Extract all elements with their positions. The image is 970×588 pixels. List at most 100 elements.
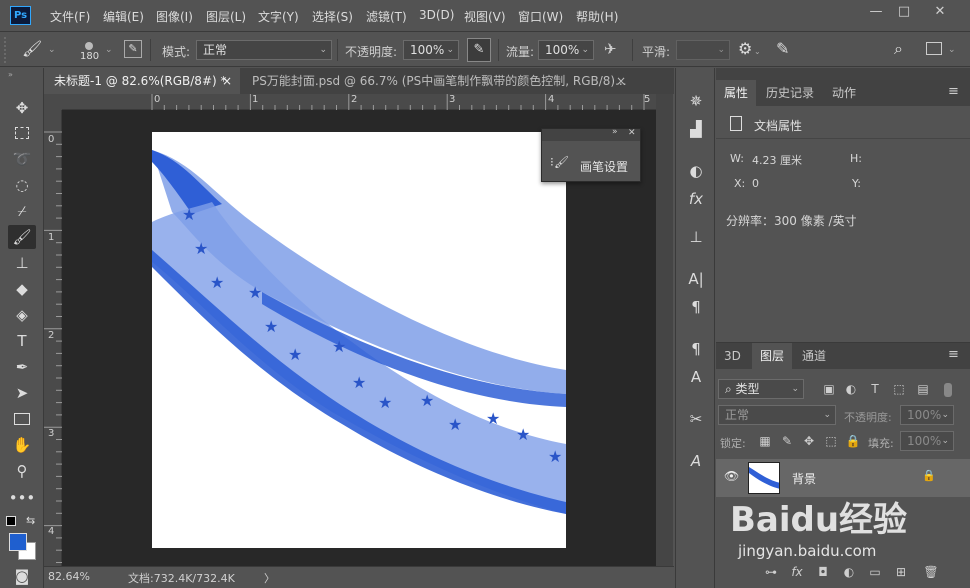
adjustments-icon[interactable]: ◐ [684, 160, 708, 182]
menu-help[interactable]: 帮助(H) [576, 8, 618, 25]
collapse-arrows-icon[interactable]: » [612, 127, 618, 137]
chevron-down-icon[interactable]: ⌄ [48, 45, 56, 55]
status-menu-arrow[interactable]: 〉 [264, 570, 275, 586]
width-value[interactable]: 4.23 厘米 [752, 152, 802, 168]
panel-titlebar[interactable] [542, 129, 640, 141]
rectangle-tool-icon[interactable] [8, 407, 36, 431]
menu-image[interactable]: 图像(I) [156, 8, 193, 25]
histogram-icon[interactable]: ▟ [684, 118, 708, 140]
filter-shape-icon[interactable]: ⬚ [890, 380, 908, 398]
opacity-field[interactable]: 100% ⌄ [403, 40, 459, 60]
clone-source-icon[interactable]: ⊥ [684, 226, 708, 248]
type-tool-icon[interactable]: T [8, 329, 36, 353]
search-icon[interactable]: ⌕ [894, 39, 903, 59]
lock-all-icon[interactable]: 🔒 [844, 432, 862, 450]
brush-tool-icon[interactable]: 🖌 [8, 225, 36, 249]
blend-mode-dropdown[interactable]: 正常 ⌄ [718, 405, 836, 425]
delete-layer-icon[interactable]: 🗑 [922, 563, 940, 581]
layer-opacity-field[interactable]: 100% ⌄ [900, 405, 954, 425]
panel-menu-icon[interactable]: ≡ [948, 84, 959, 99]
flow-field[interactable]: 100% ⌄ [538, 40, 594, 60]
pressure-opacity-icon[interactable]: ✎ [467, 38, 491, 62]
chevron-down-icon[interactable]: ⌄ [948, 45, 956, 55]
menu-edit[interactable]: 编辑(E) [103, 8, 144, 25]
brush-panel-toggle-icon[interactable]: ✎ [124, 40, 142, 58]
filter-toggle-icon[interactable] [944, 383, 952, 397]
paragraph-styles-icon[interactable]: ¶ [684, 338, 708, 360]
workspace-icon[interactable] [926, 42, 942, 55]
character-icon[interactable]: A| [684, 268, 708, 290]
character-styles-icon[interactable]: A [684, 366, 708, 388]
tab-ps-cover[interactable]: PS万能封面.psd @ 66.7% (PS中画笔制作飘带的颜色控制, RGB/… [242, 68, 632, 94]
airbrush-icon[interactable]: ✈ [604, 40, 617, 58]
lock-transparent-icon[interactable]: ▦ [756, 432, 774, 450]
panel-menu-icon[interactable]: ≡ [948, 347, 959, 362]
brush-settings-panel[interactable]: » ✕ ⁝🖌 画笔设置 [541, 127, 641, 182]
tab-properties[interactable]: 属性 [716, 80, 757, 106]
marquee-tool-icon[interactable] [8, 121, 36, 145]
eraser-tool-icon[interactable]: ◆ [8, 277, 36, 301]
menu-file[interactable]: 文件(F) [50, 8, 90, 25]
minimize-button[interactable]: — [866, 4, 886, 20]
eyedropper-tool-icon[interactable]: ⌿ [8, 199, 36, 223]
eye-icon[interactable]: 👁 [724, 469, 739, 483]
vertical-scrollbar[interactable] [656, 94, 673, 566]
navigator-icon[interactable]: ✵ [684, 90, 708, 112]
close-icon[interactable]: ✕ [628, 128, 636, 138]
tab-layers[interactable]: 图层 [752, 343, 793, 369]
x-value[interactable]: 0 [752, 177, 759, 190]
close-tab-icon[interactable]: × [616, 68, 626, 94]
tab-3d[interactable]: 3D [716, 343, 749, 369]
zoom-level[interactable]: 82.64% [48, 570, 90, 583]
close-window-button[interactable]: ✕ [930, 4, 950, 20]
chevron-down-icon[interactable]: ⌄ [754, 47, 761, 56]
fill-field[interactable]: 100% ⌄ [900, 431, 954, 451]
chevron-down-icon[interactable]: ⌄ [105, 45, 113, 55]
brush-tool-icon[interactable]: 🖌 [22, 39, 42, 58]
styles-icon[interactable]: fx [684, 188, 708, 210]
filter-type-icon[interactable]: T [866, 380, 884, 398]
lasso-tool-icon[interactable]: ➰ [8, 147, 36, 171]
paragraph-icon[interactable]: ¶ [684, 296, 708, 318]
menu-view[interactable]: 视图(V) [464, 8, 506, 25]
tab-actions[interactable]: 动作 [824, 80, 864, 106]
stamp-tool-icon[interactable]: ⊥ [8, 251, 36, 275]
close-tab-icon[interactable]: × [222, 68, 232, 94]
document-canvas[interactable]: ★ ★ ★ ★ ★ ★ ★ ★ ★ ★ ★ ★ ★ ★ [152, 132, 566, 548]
gear-icon[interactable]: ⚙ [738, 39, 752, 58]
more-tools-icon[interactable]: ••• [8, 486, 36, 510]
collapse-arrows-icon[interactable]: » [8, 70, 13, 79]
tab-channels[interactable]: 通道 [794, 343, 834, 369]
quick-mask-icon[interactable]: ◙ [8, 564, 36, 588]
glyphs-icon[interactable]: A [684, 450, 708, 472]
move-tool-icon[interactable]: ✥ [8, 96, 36, 120]
pressure-size-icon[interactable]: ✎ [776, 39, 789, 58]
lock-position-icon[interactable]: ✥ [800, 432, 818, 450]
lock-pixels-icon[interactable]: ✎ [778, 432, 796, 450]
hand-tool-icon[interactable]: ✋ [8, 433, 36, 457]
default-colors-icon[interactable] [6, 516, 16, 526]
swap-colors-icon[interactable]: ⇆ [26, 514, 35, 527]
layer-name[interactable]: 背景 [792, 470, 816, 487]
options-grip[interactable] [4, 37, 10, 63]
zoom-tool-icon[interactable]: ⚲ [8, 459, 36, 483]
menu-window[interactable]: 窗口(W) [518, 8, 563, 25]
filter-smart-object-icon[interactable]: ▤ [914, 380, 932, 398]
menu-type[interactable]: 文字(Y) [258, 8, 299, 25]
path-select-tool-icon[interactable]: ➤ [8, 381, 36, 405]
menu-3d[interactable]: 3D(D) [419, 8, 454, 22]
menu-select[interactable]: 选择(S) [312, 8, 353, 25]
pen-tool-icon[interactable]: ✒ [8, 355, 36, 379]
menu-filter[interactable]: 滤镜(T) [366, 8, 407, 25]
quick-select-tool-icon[interactable]: ◌ [8, 173, 36, 197]
brush-settings-label[interactable]: 画笔设置 [580, 158, 628, 175]
smooth-field[interactable]: ⌄ [676, 40, 730, 60]
menu-layer[interactable]: 图层(L) [206, 8, 246, 25]
maximize-button[interactable]: □ [894, 4, 914, 20]
filter-adjustment-icon[interactable]: ◐ [842, 380, 860, 398]
tab-untitled[interactable]: 未标题-1 @ 82.6%(RGB/8#) * × [44, 68, 240, 94]
tab-history[interactable]: 历史记录 [758, 80, 822, 106]
tool-presets-icon[interactable]: ✂ [684, 408, 708, 430]
foreground-color-swatch[interactable] [9, 533, 27, 551]
brush-settings-icon[interactable]: ⁝🖌 [550, 155, 569, 169]
